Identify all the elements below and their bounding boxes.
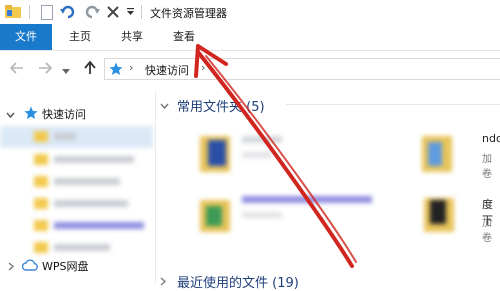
annotation-arrow-icon bbox=[194, 44, 357, 268]
